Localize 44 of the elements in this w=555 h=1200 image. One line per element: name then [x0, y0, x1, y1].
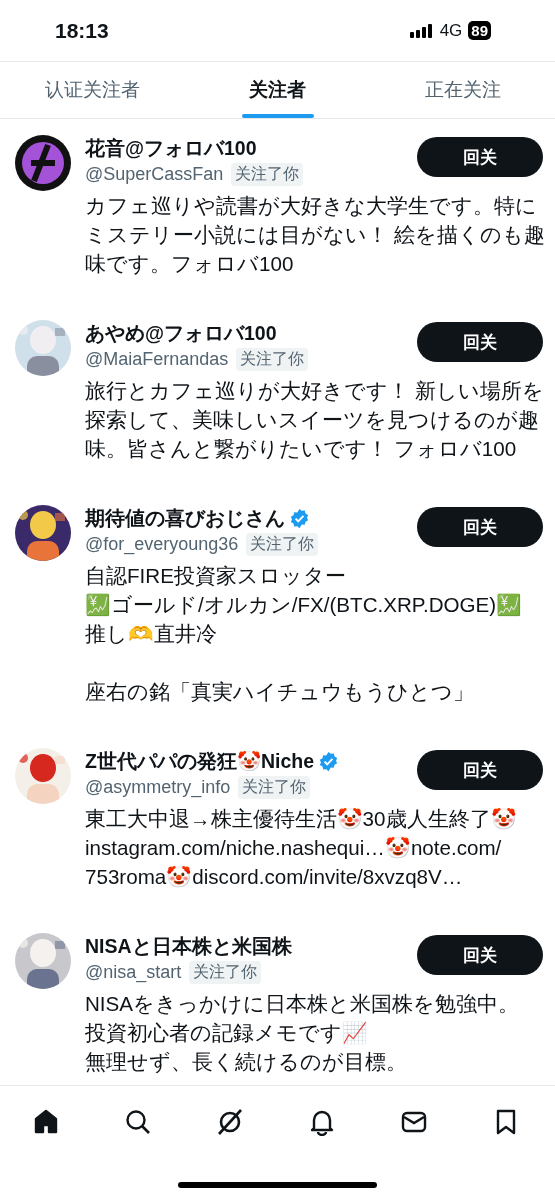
follow-back-button[interactable]: 回关 [417, 935, 543, 975]
tab[interactable]: 正在关注 [370, 62, 555, 118]
home-icon[interactable] [32, 1108, 60, 1136]
bio-line: 旅行とカフェ巡りが大好きです！ 新しい場所を探索して、美味しいスイーツを見つけるのが趣味。皆さんと繋がりたいです！ フォロバ100 [85, 378, 545, 462]
tab[interactable]: 关注者 [185, 62, 370, 118]
bio-line: 753roma🤡discord.com/invite/8xvzq8V… [85, 864, 464, 890]
follows-you-badge: 关注了你 [236, 348, 309, 371]
bio-line: 自認FIRE投資家スロッター [85, 563, 347, 589]
follows-you-badge: 关注了你 [238, 776, 311, 799]
logo-icon [15, 135, 71, 191]
follow-back-button[interactable]: 回关 [417, 750, 543, 790]
bio-line: カフェ巡りや読書が大好きな大学生です。特にミステリー小説には目がない！ 絵を描くのも趣味です。フォロバ100 [85, 193, 545, 277]
bio-line: 投資初心者の記録メモです📈 [85, 1020, 369, 1046]
bio-line: 推し🫶直井冷 [85, 621, 218, 647]
follows-you-badge: 关注了你 [189, 961, 262, 984]
user-name: 花音@フォロバ100 [85, 136, 257, 161]
user-handle: @MaiaFernandas [85, 349, 229, 370]
bio-line: 無理せず、長く続けるのが目標。 [85, 1049, 408, 1075]
follows-you-badge: 关注了你 [246, 533, 319, 556]
bell-icon[interactable] [308, 1108, 336, 1136]
clock-time: 18:13 [55, 18, 110, 43]
user-handle: @asymmetry_info [85, 777, 231, 798]
bio-line: instagram.com/niche.nashequi…🤡note.com/ [85, 835, 503, 861]
tab[interactable]: 认证关注者 [0, 62, 185, 118]
bio-line: 座右の銘「真実ハイチュウもうひとつ」 [85, 679, 475, 705]
user-handle: @for_everyoung36 [85, 534, 239, 555]
bio-line: 💹ゴールド/オルカン/FX/(BTC.XRP.DOGE)💹 [85, 592, 524, 618]
follow-back-button[interactable]: 回关 [417, 137, 543, 177]
bio-line: NISAをきっかけに日本株と米国株を勉強中。 [85, 991, 521, 1017]
user-name: NISAと日本株と米国株 [85, 934, 292, 959]
battery-level: 89 [468, 21, 491, 40]
network-label: 4G [439, 20, 463, 41]
follows-you-badge: 关注了你 [231, 163, 304, 186]
user-name: あやめ@フォロバ100 [85, 321, 277, 346]
slashed-circle-icon[interactable] [216, 1108, 244, 1136]
user-handle: @SuperCassFan [85, 164, 224, 185]
search-icon[interactable] [124, 1108, 152, 1136]
follow-back-button[interactable]: 回关 [417, 322, 543, 362]
user-name: Z世代パパの発狂🤡Niche [85, 749, 314, 774]
follow-back-button[interactable]: 回关 [417, 507, 543, 547]
bio-line: 東工大中退→株主優待生活🤡30歳人生終了🤡 [85, 806, 518, 832]
user-handle: @nisa_start [85, 962, 182, 983]
user-name: 期待値の喜びおじさん [85, 506, 285, 531]
signal-icon [409, 23, 434, 38]
